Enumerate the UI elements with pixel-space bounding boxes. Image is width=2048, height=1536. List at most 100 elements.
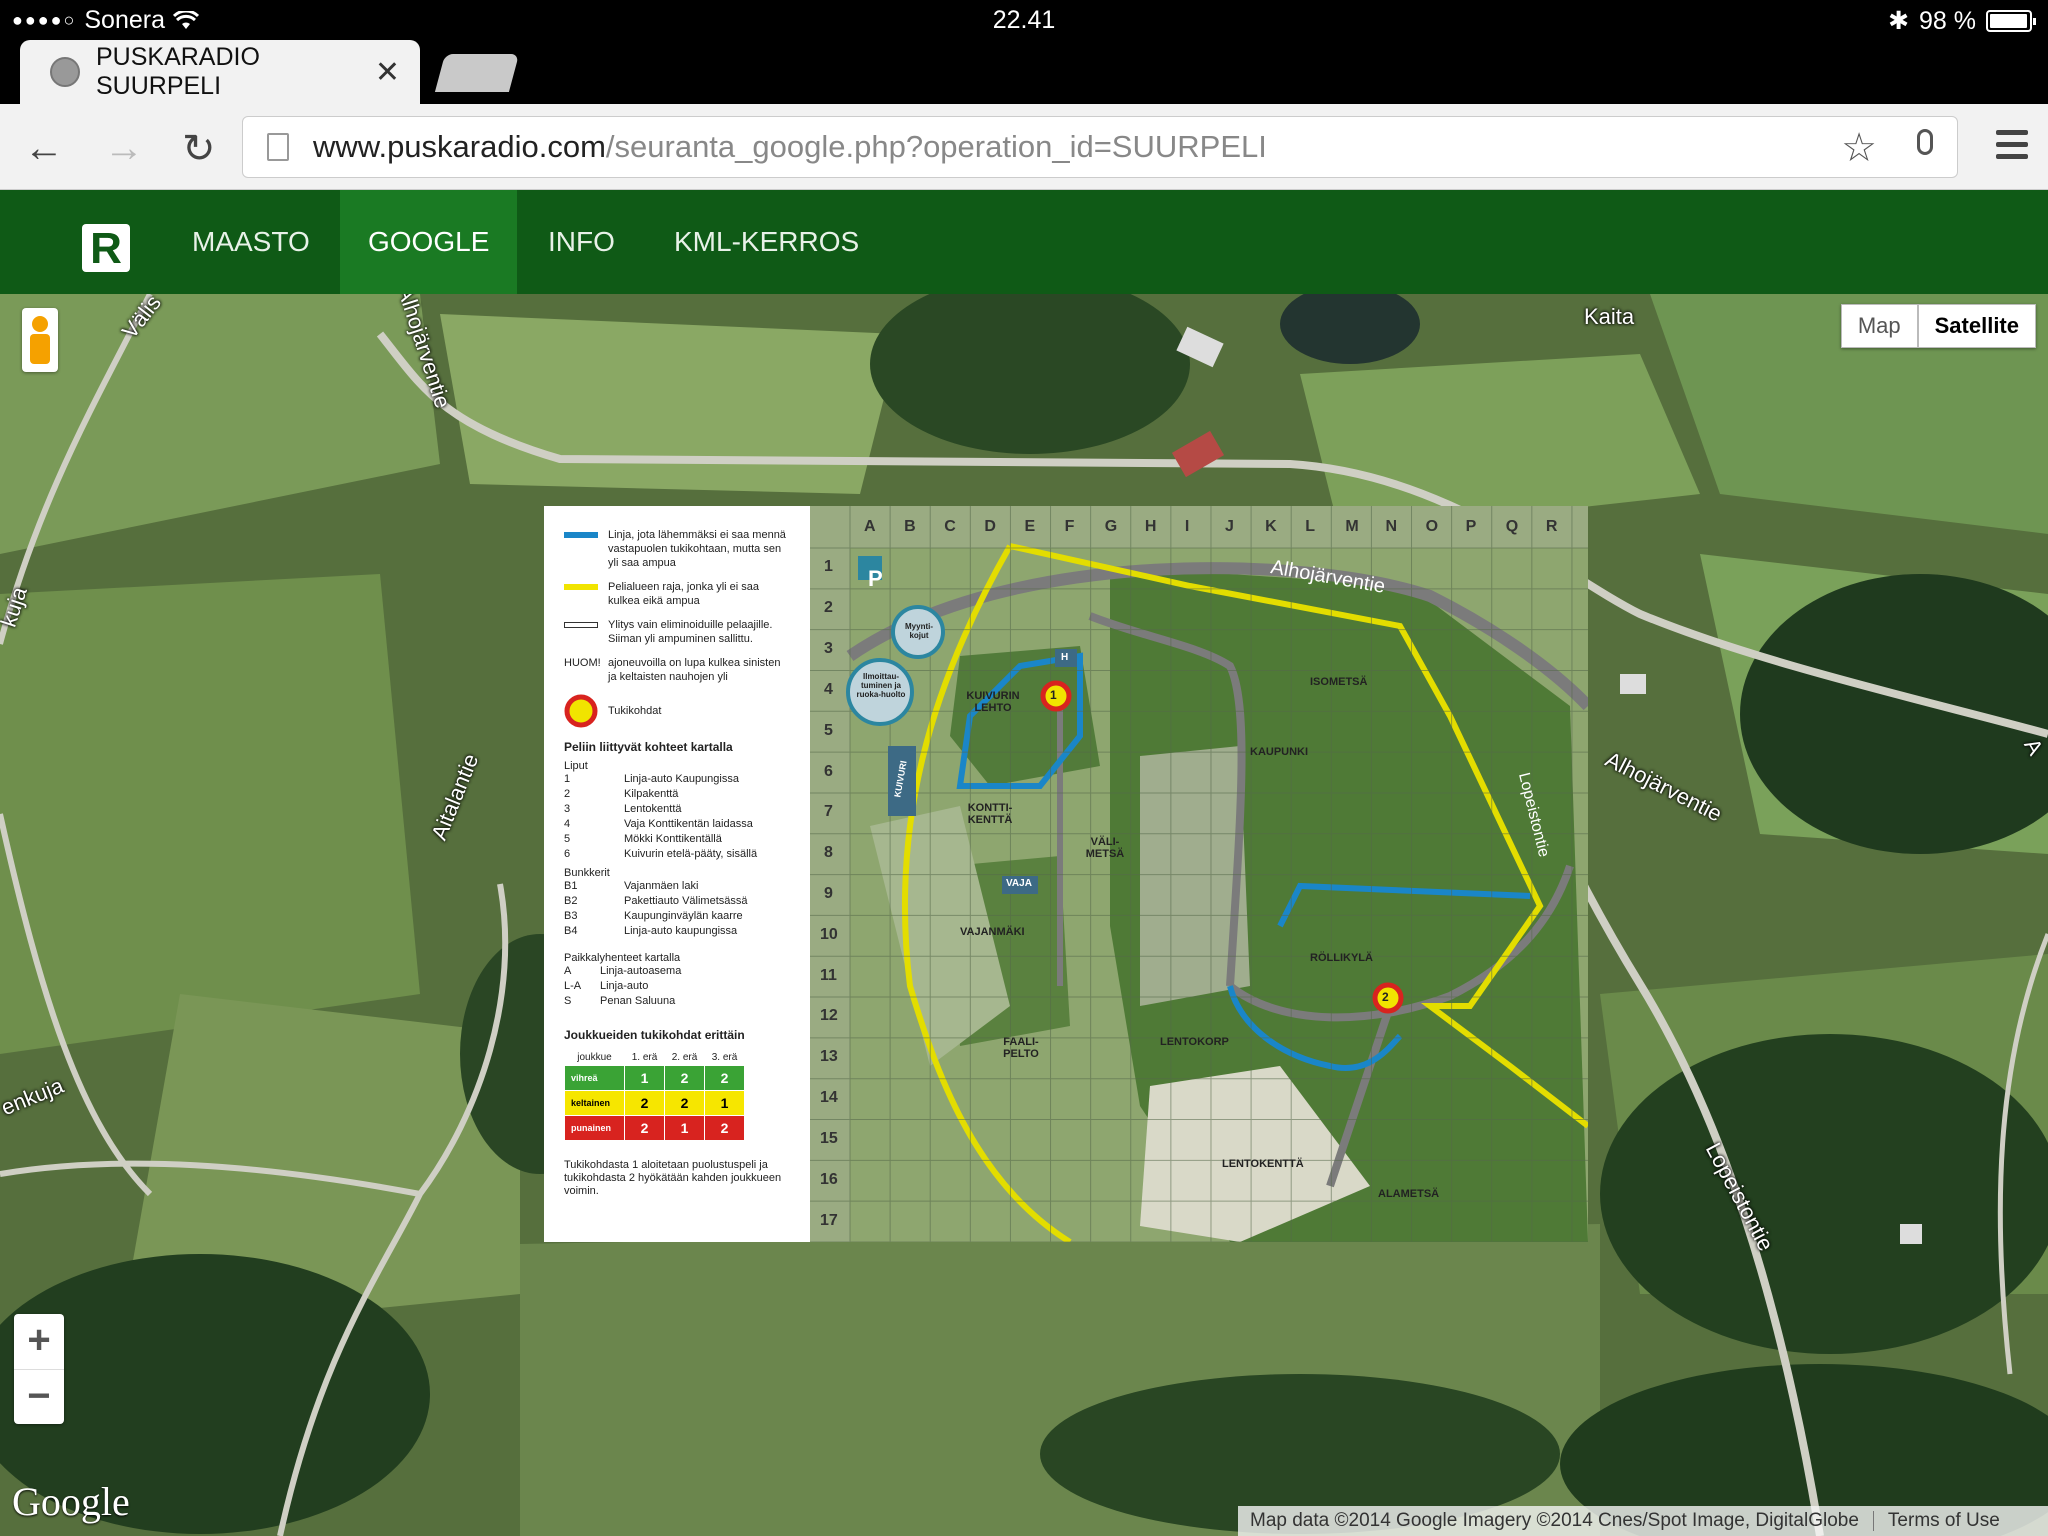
globe-icon [50,57,80,87]
menu-icon[interactable] [1996,130,2028,166]
attribution-text: Map data ©2014 Google Imagery ©2014 Cnes… [1250,1510,1859,1531]
flag-value: Vaja Konttikentän laidassa [624,818,753,830]
game-map-overlay: Linja, jota lähemmäksi ei saa mennä vast… [544,506,1588,1242]
google-logo[interactable]: Google [12,1478,130,1525]
grid-column-label: R [1545,518,1558,535]
browser-tab[interactable]: PUSKARADIO SUURPELI ✕ [20,40,420,104]
base-number: 2 [624,1090,665,1116]
grid-row-label: 3 [824,640,833,658]
team-name: vihreä [564,1065,625,1091]
back-icon[interactable]: ← [24,126,64,171]
terms-of-use-link[interactable]: Terms of Use [1888,1510,2000,1532]
app-logo[interactable]: R [82,224,130,273]
map-type-map-button[interactable]: Map [1840,304,1918,348]
zoom-out-button[interactable]: − [14,1369,64,1424]
street-view-pegman-icon[interactable] [22,308,58,372]
battery-percent: 98 % [1919,6,1976,35]
team-name: keltainen [564,1090,625,1116]
table-row: keltainen 2 2 1 [564,1090,745,1116]
bluetooth-icon: ✱ [1888,7,1910,35]
grid-row-label: 12 [820,1007,838,1025]
url-path: /seuranta_google.php?operation_id=SUURPE… [605,129,1267,164]
flag-value: Mökki Konttikentällä [624,833,722,845]
app-nav: R MAASTO GOOGLE INFO KML-KERROS [0,190,2048,294]
grid-column-label: N [1385,518,1398,535]
flag-key: 6 [564,848,571,860]
area-rollikyla: RÖLLIKYLÄ [1310,952,1373,964]
base2-label: 2 [1382,990,1389,1004]
grid-column-label: P [1465,518,1477,535]
grid-row-label: 5 [824,721,833,739]
close-tab-icon[interactable]: ✕ [375,55,420,90]
table-header: joukkue [577,1052,612,1063]
abbr-value: Linja-auto [600,980,649,992]
base1-label: 1 [1050,688,1057,702]
legend-swatch-white [564,622,598,628]
bunker-key: B2 [564,895,578,907]
area-vajanmaki: VAJANMÄKI [960,926,1025,938]
grid-row-label: 4 [824,680,833,698]
grid-column-label: C [944,518,956,535]
map-canvas[interactable]: Kaita Alhojärventie Lopeistontie Aitalan… [0,294,2048,1536]
base-number: 1 [664,1115,705,1141]
flag-value: Kuivurin etelä-pääty, sisällä [624,848,758,860]
bunker-key: B1 [564,880,578,892]
area-kuivurin: KUIVURIN LEHTO [966,690,1020,714]
grid-column-label: O [1425,518,1439,535]
tab-title: PUSKARADIO SUURPELI [96,43,260,100]
nav-info[interactable]: INFO [520,190,643,294]
flag-key: 5 [564,833,571,845]
grid-column-label: D [984,518,996,535]
abbr-key: S [564,995,572,1007]
bases-table: joukkue 1. erä 2. erä 3. erä vihreä 1 2 2 kelta… [564,1050,745,1141]
grid-row-label: 2 [824,599,833,617]
tukikohdat-label: Tukikohdat [608,705,662,717]
microphone-icon[interactable] [1917,129,1933,155]
area-isometsa: ISOMETSÄ [1310,676,1368,688]
legend-swatch-yellow [564,584,598,590]
flag-value: Lentokenttä [624,803,682,815]
nav-kml-kerros[interactable]: KML-KERROS [646,190,887,294]
area-lentokorp: LENTOKORP [1160,1036,1229,1048]
team-name: punainen [564,1115,625,1141]
base-number: 1 [704,1090,745,1116]
abbr-key: L-A [564,980,582,992]
grid-column-label: A [864,518,876,535]
bunker-value: Pakettiauto Välimetsässä [624,895,748,907]
forward-icon[interactable]: → [104,126,144,171]
flag-key: 1 [564,773,571,785]
map-attribution: Map data ©2014 Google Imagery ©2014 Cnes… [1238,1506,2048,1536]
grid-row-label: 13 [820,1048,838,1066]
h-label: H [1061,652,1069,663]
flag-key: 2 [564,788,571,800]
area-kaupunki: KAUPUNKI [1250,746,1309,758]
url-host: www.puskaradio.com [313,129,606,164]
area-faalipelto: FAALI-PELTO [1003,1036,1039,1060]
zoom-control: + − [14,1314,64,1424]
bookmark-star-icon[interactable]: ☆ [1841,125,1877,171]
grid-row-label: 14 [820,1089,838,1107]
bunkers-list: B1 Vajanmäen laki B2 Pakettiauto Välimetsäs… [564,879,790,938]
grid-row-label: 17 [820,1211,838,1229]
nav-maasto[interactable]: MAASTO [164,190,338,294]
table-row: punainen 2 1 2 [564,1115,745,1141]
zoom-in-button[interactable]: + [14,1314,64,1369]
grid-column-label: L [1305,518,1316,535]
base-number: 2 [704,1115,745,1141]
grid-row-label: 8 [824,844,833,862]
grid-map-image [810,506,1588,1242]
bunker-key: B4 [564,925,578,937]
table-header: 2. erä [671,1052,698,1063]
base-number: 1 [624,1065,665,1091]
grid-column-label: H [1144,518,1157,535]
reload-icon[interactable]: ↻ [182,126,216,172]
area-valimetsa: VÄLI-METSÄ [1085,836,1125,860]
address-bar[interactable]: www.puskaradio.com/seuranta_google.php?o… [242,116,1958,178]
new-tab-button[interactable] [434,54,520,92]
nav-google[interactable]: GOOGLE [340,190,518,294]
flags-title: Liput [564,760,588,772]
map-type-control: Map Satellite [1840,304,2036,348]
flag-value: Linja-auto Kaupungissa [624,773,739,785]
base-number: 2 [664,1065,705,1091]
map-type-satellite-button[interactable]: Satellite [1917,304,2036,348]
